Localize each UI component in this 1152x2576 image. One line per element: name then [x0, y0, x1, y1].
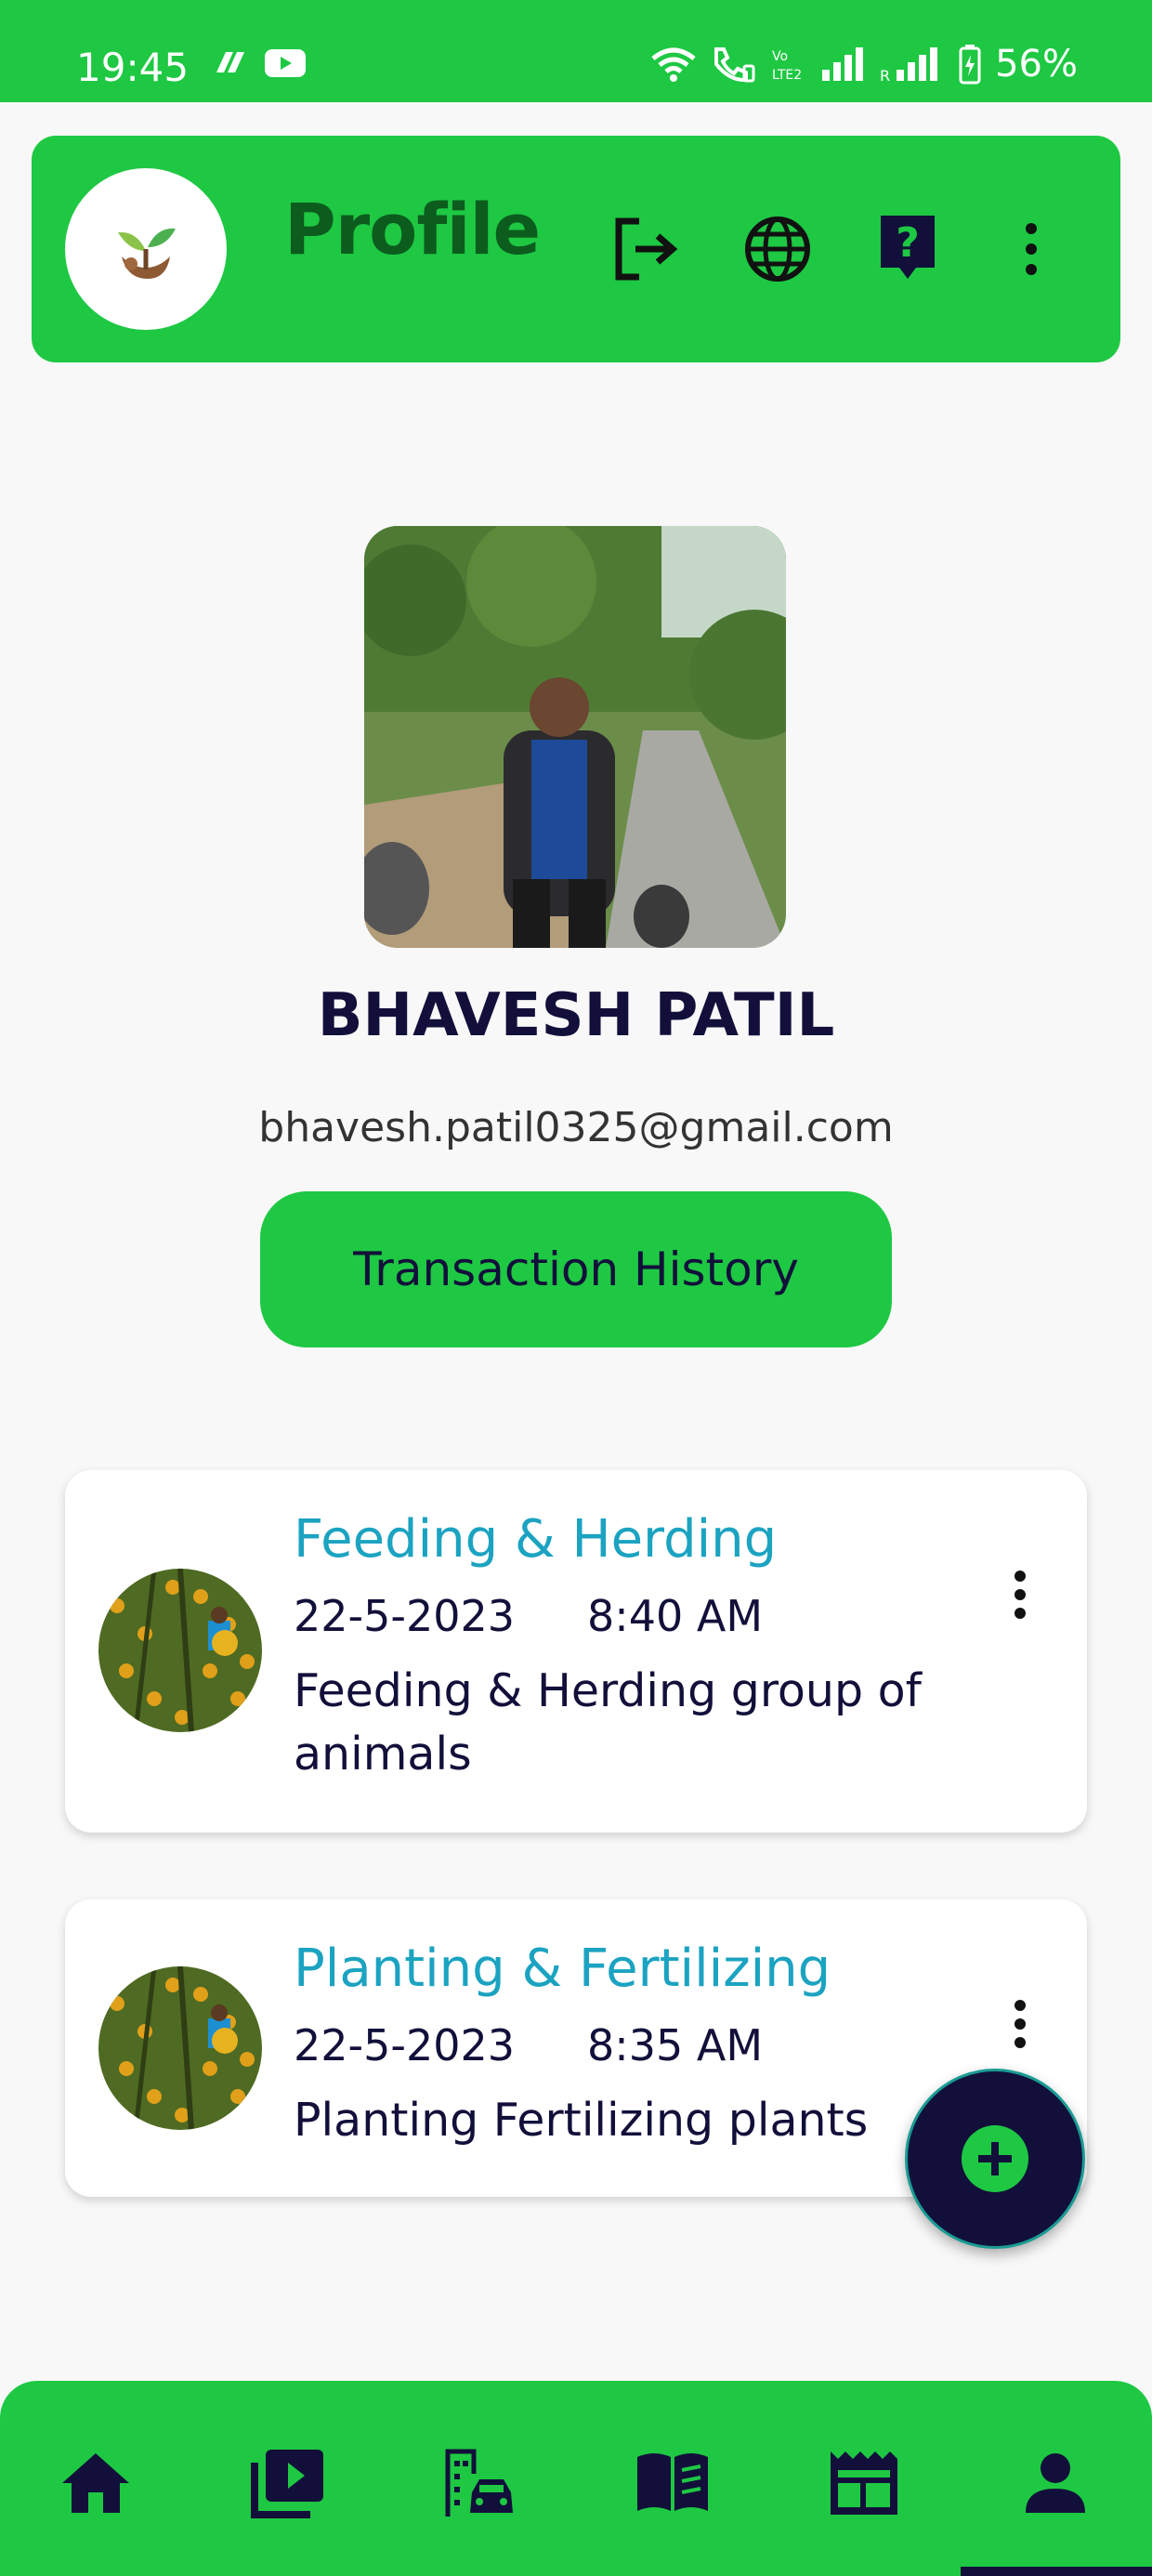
status-right: Vo LTE2 R 56% — [649, 43, 1078, 85]
youtube-icon — [265, 49, 306, 77]
status-bar: 19:45 Vo LTE2 R 56% — [0, 0, 1152, 102]
battery-icon — [959, 45, 981, 85]
language-button[interactable] — [740, 212, 815, 286]
activity-thumbnail — [98, 1966, 262, 2130]
svg-text:?: ? — [896, 219, 920, 267]
svg-text:R: R — [880, 67, 890, 83]
activity-card[interactable]: Feeding & Herding 22-5-2023 8:40 AM Feed… — [65, 1470, 1087, 1833]
activity-thumbnail — [98, 1569, 262, 1732]
volte-icon: Vo LTE2 — [772, 49, 802, 83]
nav-videos[interactable] — [243, 2438, 333, 2528]
help-button[interactable]: ? — [871, 212, 945, 286]
nav-book[interactable] — [628, 2438, 717, 2528]
logout-icon — [615, 217, 678, 281]
city-transport-icon — [445, 2449, 513, 2517]
sprout-logo-icon — [118, 228, 176, 279]
activity-time: 8:35 AM — [587, 2020, 764, 2070]
status-left-icons — [209, 46, 308, 80]
app-logo — [65, 168, 227, 330]
book-icon — [637, 2453, 708, 2511]
globe-icon — [745, 217, 810, 282]
activity-title: Planting & Fertilizing — [294, 1939, 831, 1999]
activity-title: Feeding & Herding — [294, 1509, 778, 1570]
profile-name: BHAVESH PATIL — [317, 981, 835, 1050]
nav-city-transport[interactable] — [435, 2438, 524, 2528]
wifi-icon — [651, 47, 696, 82]
app-notification-icon — [216, 52, 244, 72]
transaction-history-button[interactable]: Transaction History — [260, 1191, 892, 1347]
nav-profile[interactable] — [1011, 2438, 1100, 2528]
battery-percent: 56% — [995, 43, 1078, 85]
nav-news[interactable] — [819, 2438, 909, 2528]
more-vert-icon — [1015, 1571, 1026, 1619]
roaming-signal-icon: R — [880, 47, 938, 83]
add-activity-fab[interactable] — [905, 2069, 1085, 2249]
news-icon — [831, 2451, 897, 2515]
activity-date: 22-5-2023 — [294, 2020, 516, 2070]
app-bar: Profile ? — [32, 136, 1120, 362]
activity-date: 22-5-2023 — [294, 1591, 516, 1641]
activity-description: Planting Fertilizing plants — [294, 2094, 869, 2147]
status-time: 19:45 — [76, 45, 190, 90]
home-icon — [62, 2453, 129, 2513]
add-circle-icon — [962, 2125, 1028, 2192]
bottom-nav — [0, 2381, 1152, 2576]
more-vert-icon — [1015, 2000, 1026, 2048]
help-icon: ? — [881, 216, 935, 279]
profile-photo-image — [364, 526, 786, 948]
profile-email: bhavesh.patil0325@gmail.com — [258, 1104, 894, 1151]
profile-photo — [364, 526, 786, 948]
activity-description: Feeding & Herding group of animals — [294, 1664, 922, 1781]
profile-icon — [1026, 2453, 1085, 2513]
svg-text:Vo: Vo — [772, 49, 788, 64]
nav-home[interactable] — [51, 2438, 140, 2528]
wifi-calling-icon — [714, 47, 755, 83]
signal-icon — [822, 47, 864, 81]
more-vert-icon — [1026, 223, 1037, 275]
page-title: Profile — [284, 188, 541, 270]
activity-time: 8:40 AM — [587, 1591, 764, 1641]
nav-selected-indicator — [961, 2567, 1152, 2576]
activity-menu-button[interactable] — [1001, 1987, 1039, 2061]
more-options-button[interactable] — [994, 212, 1068, 286]
activity-menu-button[interactable] — [1001, 1557, 1039, 1632]
logout-button[interactable] — [609, 212, 684, 286]
videos-icon — [251, 2450, 323, 2518]
svg-text:LTE2: LTE2 — [772, 68, 802, 83]
